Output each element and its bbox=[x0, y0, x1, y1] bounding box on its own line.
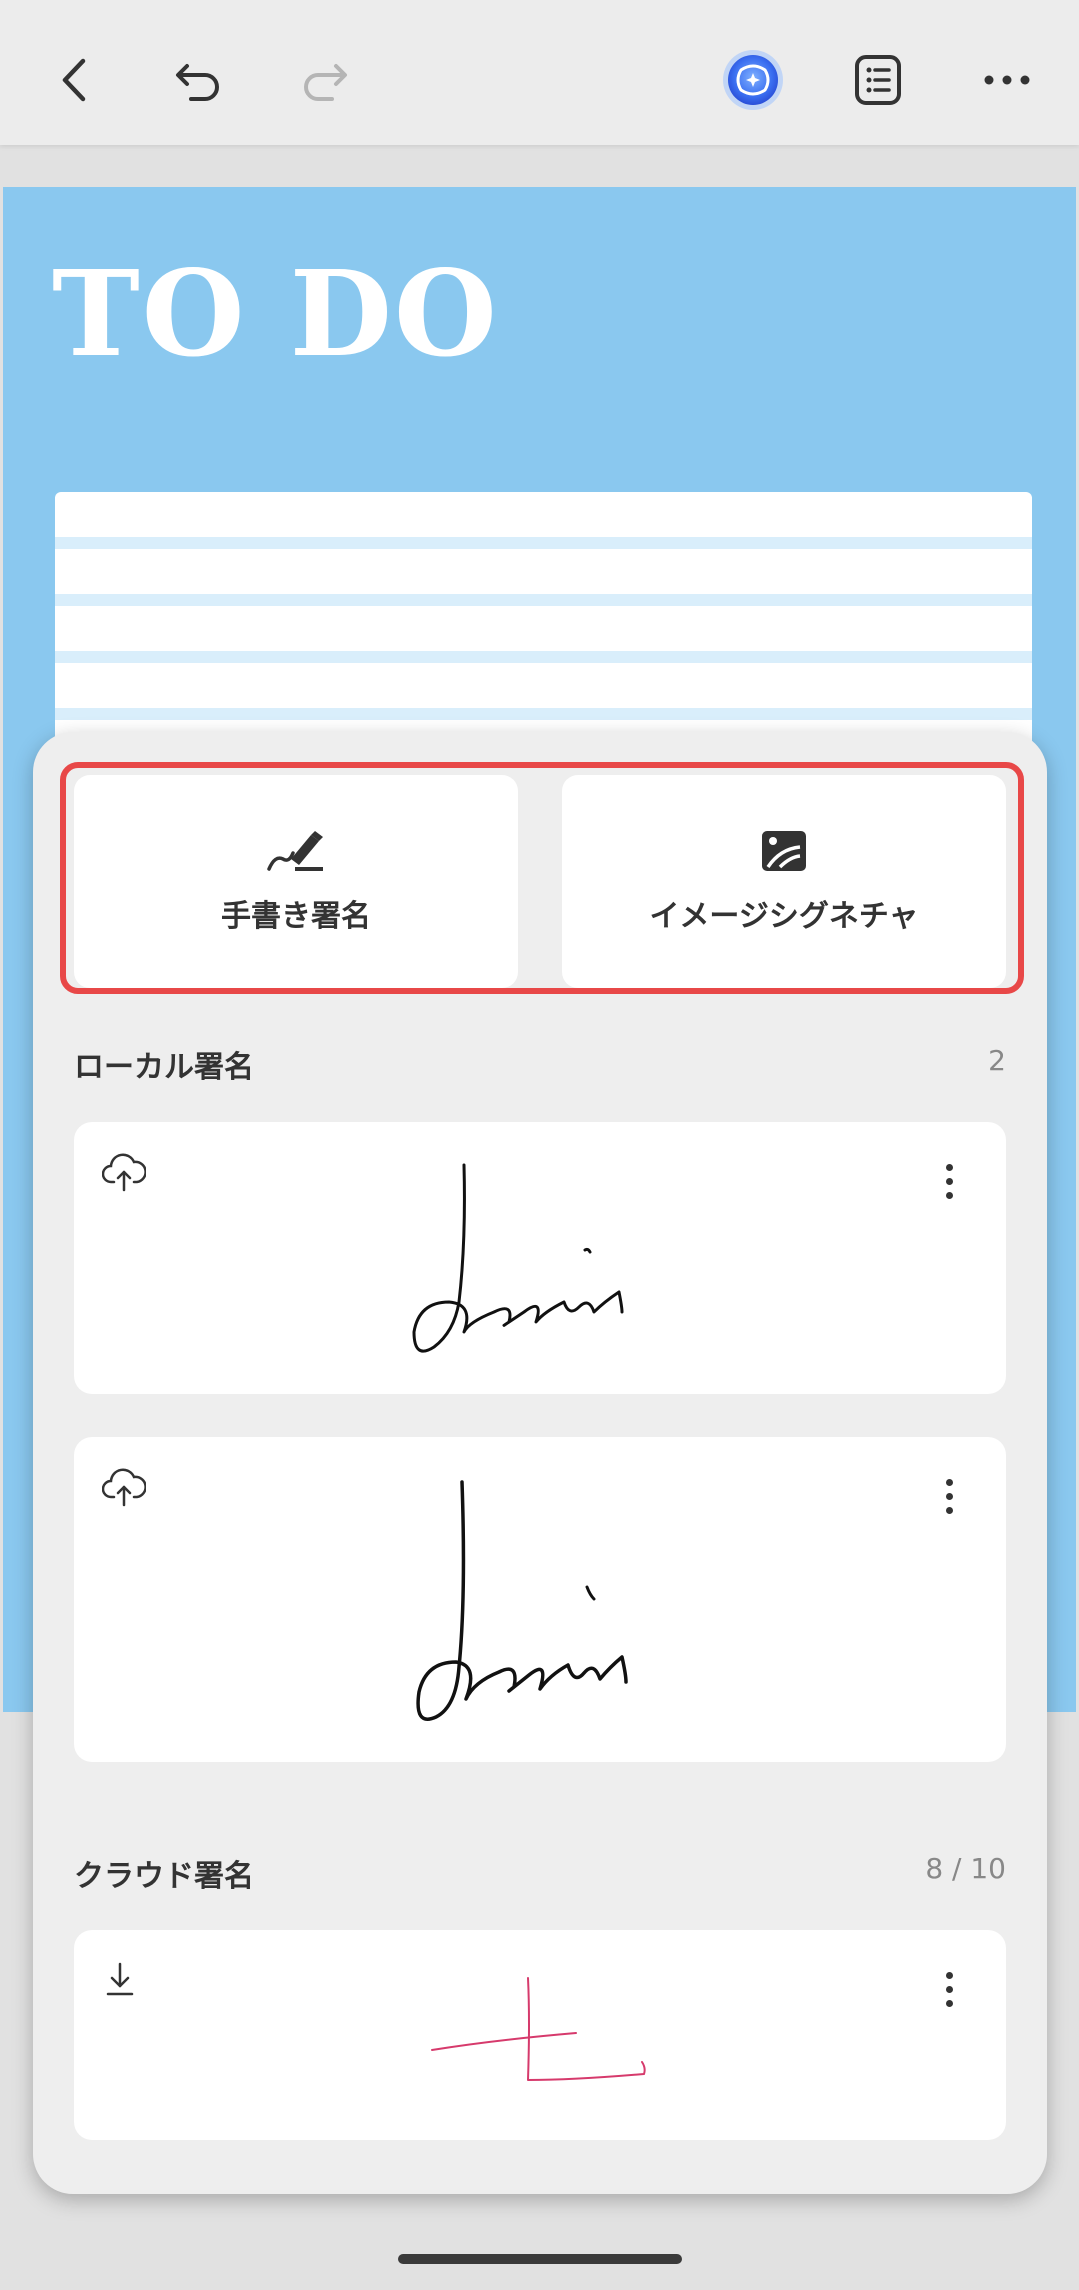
redo-icon bbox=[304, 64, 347, 101]
list-icon bbox=[855, 55, 901, 105]
local-signatures-title: ローカル署名 bbox=[74, 1050, 254, 1085]
outline-button[interactable] bbox=[838, 40, 918, 120]
local-signature-card[interactable] bbox=[74, 1437, 1006, 1762]
back-button[interactable] bbox=[35, 40, 115, 120]
more-options-button[interactable] bbox=[967, 40, 1047, 120]
local-signatures-count: 2 bbox=[988, 1044, 1006, 1077]
more-horizontal-icon bbox=[984, 75, 1030, 85]
top-toolbar bbox=[0, 0, 1079, 145]
cloud-signatures-count: 8 / 10 bbox=[925, 1852, 1006, 1885]
ai-assistant-icon bbox=[723, 50, 783, 110]
redo-button[interactable] bbox=[285, 40, 365, 120]
cloud-signature-card[interactable] bbox=[74, 1930, 1006, 2140]
document-title: TO DO bbox=[52, 244, 499, 383]
signature-image bbox=[416, 1480, 628, 1721]
signature-image bbox=[412, 1163, 624, 1353]
undo-icon bbox=[176, 64, 219, 101]
cloud-signatures-title: クラウド署名 bbox=[74, 1859, 254, 1894]
back-arrow-icon bbox=[62, 58, 86, 102]
ai-assistant-button[interactable] bbox=[713, 40, 793, 120]
signature-image bbox=[431, 1977, 646, 2081]
selection-highlight bbox=[60, 762, 1024, 994]
local-signature-card[interactable] bbox=[74, 1122, 1006, 1394]
document-lined-area bbox=[55, 492, 1032, 742]
undo-button[interactable] bbox=[158, 40, 238, 120]
home-indicator bbox=[398, 2254, 682, 2264]
